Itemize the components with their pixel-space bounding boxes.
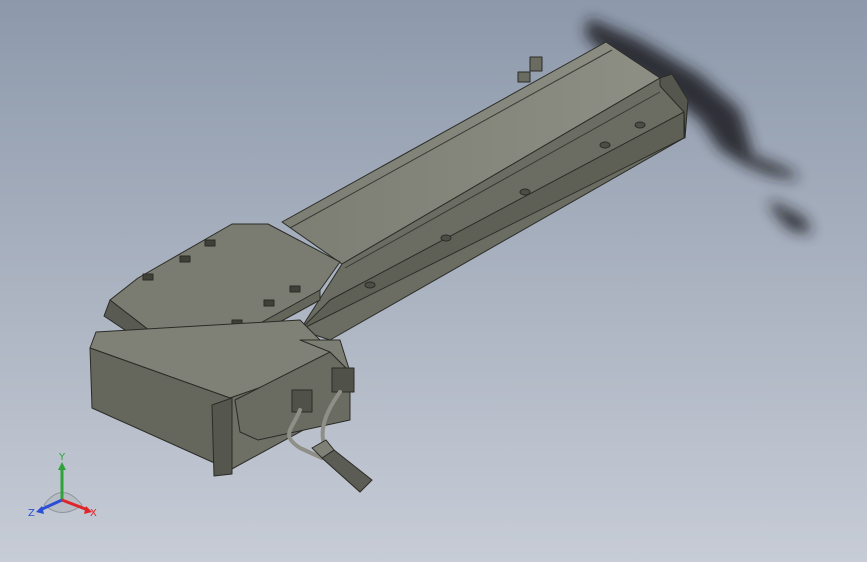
y-axis-label: Y bbox=[58, 452, 66, 463]
mount-hole bbox=[634, 121, 646, 129]
mount-hole bbox=[364, 281, 376, 289]
z-axis-label: Z bbox=[28, 508, 35, 519]
mount-hole bbox=[519, 188, 531, 196]
cad-viewport[interactable]: Y X Z bbox=[0, 0, 867, 562]
connector-box[interactable] bbox=[331, 367, 355, 393]
x-axis-label: X bbox=[90, 508, 97, 519]
end-stop bbox=[517, 71, 531, 83]
end-stop bbox=[529, 56, 543, 72]
model-scene[interactable]: Y X Z bbox=[0, 0, 867, 562]
end-plate bbox=[211, 397, 233, 477]
mount-hole bbox=[599, 141, 611, 149]
connector-box[interactable] bbox=[291, 389, 313, 413]
mount-hole bbox=[440, 234, 452, 242]
